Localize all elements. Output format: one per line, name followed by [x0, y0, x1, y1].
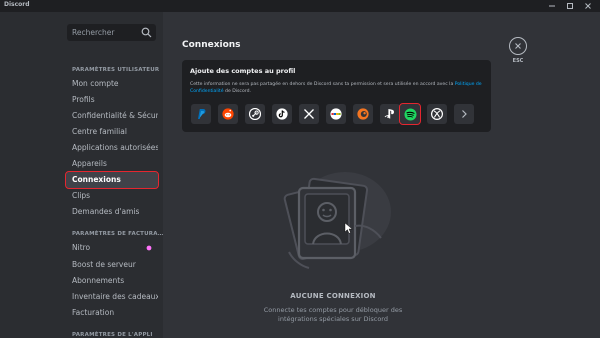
sidebar-item-authorized-apps[interactable]: Applications autorisées — [66, 140, 158, 156]
chevron-right-icon — [462, 110, 467, 118]
connect-xbox-button[interactable] — [427, 104, 447, 124]
sidebar-item-privacy-safety[interactable]: Confidentialité & Sécur… — [66, 108, 158, 124]
x-icon — [304, 109, 314, 119]
sidebar-item-my-account[interactable]: Mon compte — [66, 76, 158, 92]
card-description: Cette information ne sera pas partagée e… — [190, 81, 486, 95]
card-title: Ajoute des comptes au profil — [190, 67, 296, 75]
close-icon — [515, 43, 521, 49]
connect-reddit-button[interactable] — [218, 104, 238, 124]
section-heading-user-settings: PARAMÈTRES UTILISATEUR — [72, 67, 160, 73]
section-heading-app-settings: PARAMÈTRES DE L'APPLI — [72, 332, 153, 338]
connect-crunchyroll-button[interactable] — [353, 104, 373, 124]
paypal-icon — [198, 109, 206, 119]
xbox-icon — [431, 108, 443, 120]
more-services-button[interactable] — [454, 104, 474, 124]
description-text-end: de Discord. — [223, 89, 251, 94]
sidebar-item-label: Nitro — [72, 243, 91, 252]
search-placeholder: Rechercher — [72, 28, 115, 37]
close-window-button[interactable] — [580, 0, 596, 12]
connect-spotify-button[interactable] — [399, 103, 421, 125]
sidebar-item-server-boost[interactable]: Boost de serveur — [66, 257, 158, 273]
empty-state-subtitle: Connecte tes comptes pour débloquer des … — [263, 306, 403, 323]
search-input[interactable]: Rechercher — [67, 24, 156, 41]
connect-steam-button[interactable] — [245, 104, 265, 124]
sidebar-item-devices[interactable]: Appareils — [66, 156, 158, 172]
esc-label: ESC — [512, 58, 524, 64]
minimize-icon — [549, 5, 555, 7]
section-heading-billing-settings: PARAMÈTRES DE FACTURA… — [72, 231, 164, 237]
connect-ebay-button[interactable] — [326, 104, 346, 124]
spotify-icon — [404, 108, 416, 120]
close-icon — [585, 3, 591, 9]
no-connections-illustration — [283, 172, 391, 269]
sidebar-item-family-centre[interactable]: Centre familial — [66, 124, 158, 140]
maximize-button[interactable] — [562, 0, 578, 12]
minimize-button[interactable] — [544, 0, 560, 12]
crunchyroll-icon — [357, 108, 369, 120]
title-bar: Discord — [0, 0, 600, 12]
ebay-icon — [330, 108, 342, 120]
sidebar-item-nitro[interactable]: Nitro — [66, 240, 158, 256]
app-title: Discord — [4, 1, 30, 8]
nitro-icon — [146, 245, 152, 251]
sidebar-item-friend-requests[interactable]: Demandes d'amis — [66, 204, 158, 220]
sidebar-item-billing[interactable]: Facturation — [66, 305, 158, 321]
sidebar-item-clips[interactable]: Clips — [66, 188, 158, 204]
sidebar-item-subscriptions[interactable]: Abonnements — [66, 273, 158, 289]
page-title: Connexions — [182, 40, 241, 50]
connect-paypal-button[interactable] — [191, 104, 211, 124]
sidebar-item-profiles[interactable]: Profils — [66, 92, 158, 108]
connect-x-button[interactable] — [299, 104, 319, 124]
connect-tiktok-button[interactable] — [272, 104, 292, 124]
connect-playstation-button[interactable] — [380, 104, 400, 124]
sidebar-item-gift-inventory[interactable]: Inventaire des cadeaux — [66, 289, 158, 305]
empty-state-title: AUCUNE CONNEXION — [290, 292, 376, 300]
connections-page: Connexions Ajoute des comptes au profil … — [163, 12, 600, 338]
sidebar-item-connections[interactable]: Connexions — [65, 171, 159, 189]
search-icon — [141, 27, 152, 38]
reddit-icon — [222, 108, 234, 120]
steam-icon — [249, 108, 261, 120]
description-text: Cette information ne sera pas partagée e… — [190, 82, 455, 87]
playstation-icon — [384, 109, 394, 119]
close-settings-button[interactable] — [509, 37, 527, 55]
tiktok-icon — [276, 108, 288, 120]
maximize-icon — [567, 3, 573, 9]
